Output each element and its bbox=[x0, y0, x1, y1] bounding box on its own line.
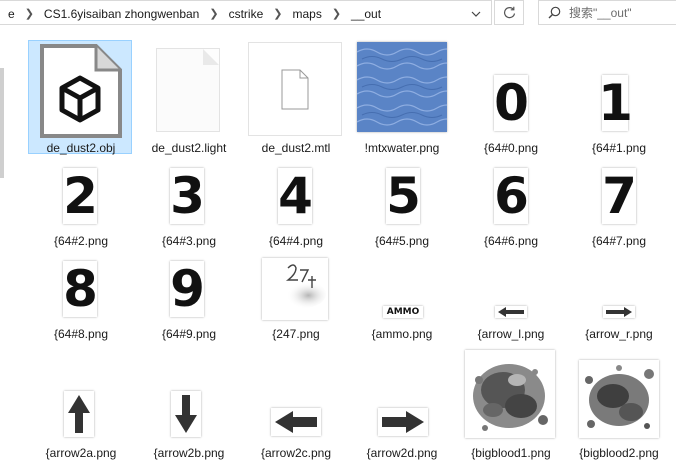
breadcrumb-item-game[interactable]: CS1.6yisaiban zhongwenban bbox=[42, 7, 201, 21]
digit-0-thumbnail[interactable]: 0 bbox=[494, 74, 529, 132]
address-toolbar: e ❯ CS1.6yisaiban zhongwenban ❯ cstrike … bbox=[0, 0, 676, 26]
breadcrumb-separator-icon[interactable]: ❯ bbox=[265, 7, 290, 20]
digit-4-thumbnail[interactable]: 4 bbox=[278, 167, 313, 225]
file-label[interactable]: {64#2.png bbox=[28, 234, 134, 248]
file-label[interactable]: {64#8.png bbox=[28, 327, 134, 341]
chevron-down-icon[interactable] bbox=[462, 1, 490, 26]
digit-9-thumbnail[interactable]: 9 bbox=[170, 260, 205, 318]
digit-7-thumbnail[interactable]: 7 bbox=[602, 167, 637, 225]
breadcrumb-separator-icon[interactable]: ❯ bbox=[324, 7, 349, 20]
arrow-l-thumbnail[interactable] bbox=[495, 306, 527, 318]
file-label[interactable]: {bigblood1.png bbox=[458, 446, 564, 460]
ammo-thumbnail[interactable]: AMMO bbox=[383, 306, 423, 318]
file-label[interactable]: {64#9.png bbox=[136, 327, 242, 341]
digit-3-thumbnail[interactable]: 3 bbox=[170, 167, 205, 225]
breadcrumb-separator-icon[interactable]: ❯ bbox=[17, 7, 42, 20]
file-obj-icon[interactable] bbox=[38, 44, 122, 143]
search-placeholder[interactable]: 搜索"__out" bbox=[569, 4, 632, 21]
file-mtl-thumbnail[interactable] bbox=[248, 42, 342, 136]
bigblood2-thumbnail[interactable] bbox=[579, 360, 659, 438]
refresh-button[interactable] bbox=[494, 0, 524, 25]
search-box[interactable]: 搜索"__out" bbox=[538, 0, 676, 25]
file-label[interactable]: {bigblood2.png bbox=[566, 446, 672, 460]
file-label[interactable]: {arrow2a.png bbox=[28, 446, 134, 460]
scrollbar-left[interactable] bbox=[0, 68, 4, 178]
breadcrumb-item-out[interactable]: __out bbox=[349, 7, 383, 21]
breadcrumb-separator-icon[interactable]: ❯ bbox=[201, 7, 226, 20]
file-label[interactable]: {64#1.png bbox=[566, 141, 672, 155]
file-label[interactable]: {arrow2d.png bbox=[349, 446, 455, 460]
file-label[interactable]: de_dust2.obj bbox=[28, 141, 134, 155]
digit-5-thumbnail[interactable]: 5 bbox=[386, 167, 421, 225]
arrow-r-thumbnail[interactable] bbox=[603, 306, 635, 318]
breadcrumb-item-maps[interactable]: maps bbox=[290, 7, 323, 21]
breadcrumb-item-cstrike[interactable]: cstrike bbox=[227, 7, 266, 21]
digit-6-thumbnail[interactable]: 6 bbox=[494, 167, 529, 225]
file-label[interactable]: de_dust2.light bbox=[136, 141, 242, 155]
digit-8-thumbnail[interactable]: 8 bbox=[63, 260, 98, 318]
file-label[interactable]: {arrow_r.png bbox=[566, 327, 672, 341]
file-label[interactable]: {64#5.png bbox=[349, 234, 455, 248]
breadcrumb: e ❯ CS1.6yisaiban zhongwenban ❯ cstrike … bbox=[6, 1, 383, 26]
file-label[interactable]: {arrow2b.png bbox=[136, 446, 242, 460]
file-label[interactable]: !mtxwater.png bbox=[349, 141, 455, 155]
file-label[interactable]: {64#4.png bbox=[243, 234, 349, 248]
file-label[interactable]: {64#0.png bbox=[458, 141, 564, 155]
digit-2-thumbnail[interactable]: 2 bbox=[63, 167, 98, 225]
breadcrumb-item-drive[interactable]: e bbox=[6, 7, 17, 21]
file-label[interactable]: de_dust2.mtl bbox=[243, 141, 349, 155]
arrow2d-thumbnail[interactable] bbox=[378, 408, 428, 436]
arrow2c-thumbnail[interactable] bbox=[271, 408, 321, 436]
address-bar[interactable]: e ❯ CS1.6yisaiban zhongwenban ❯ cstrike … bbox=[0, 0, 492, 25]
water-texture-thumbnail[interactable] bbox=[357, 42, 447, 132]
file-label[interactable]: {247.png bbox=[243, 327, 349, 341]
arrow2b-thumbnail[interactable] bbox=[171, 391, 201, 437]
digit-1-thumbnail[interactable]: 1 bbox=[598, 74, 633, 132]
file-label[interactable]: {ammo.png bbox=[349, 327, 455, 341]
refresh-icon bbox=[503, 6, 515, 19]
search-icon bbox=[539, 6, 569, 19]
file-light-thumbnail[interactable] bbox=[156, 48, 220, 132]
file-grid: de_dust2.obj de_dust2.light de_dust2.mtl bbox=[0, 26, 676, 462]
bigblood1-thumbnail[interactable] bbox=[465, 350, 555, 438]
file-label[interactable]: {arrow_l.png bbox=[458, 327, 564, 341]
arrow2a-thumbnail[interactable] bbox=[64, 391, 94, 437]
sketch-247-thumbnail[interactable] bbox=[262, 258, 328, 320]
file-label[interactable]: {arrow2c.png bbox=[243, 446, 349, 460]
file-label[interactable]: {64#7.png bbox=[566, 234, 672, 248]
file-label[interactable]: {64#6.png bbox=[458, 234, 564, 248]
file-label[interactable]: {64#3.png bbox=[136, 234, 242, 248]
